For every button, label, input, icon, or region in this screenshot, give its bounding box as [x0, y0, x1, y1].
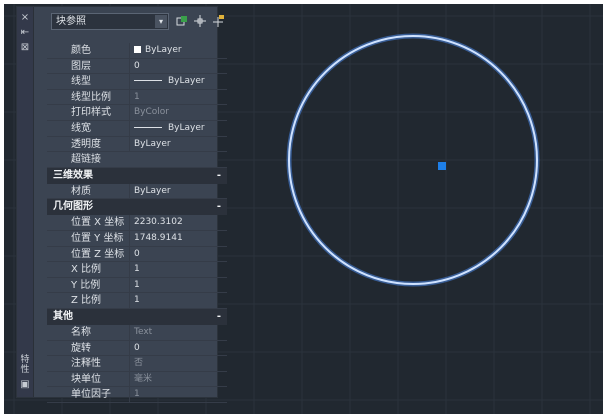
section-header[interactable]: 三维效果 -	[47, 167, 227, 184]
property-value[interactable]: 毫米	[129, 371, 223, 387]
collapse-icon[interactable]: -	[217, 309, 221, 325]
palette-title: 特性	[20, 355, 30, 375]
line-sample	[134, 126, 162, 128]
property-row[interactable]: 线型比例 1	[47, 89, 227, 106]
toggle-pickadd-icon[interactable]	[211, 15, 225, 29]
property-value-text: ByLayer	[134, 185, 171, 196]
property-label: 超链接	[71, 154, 101, 166]
property-value[interactable]: ByLayer	[129, 74, 223, 90]
property-row[interactable]: 名称 Text	[47, 324, 227, 341]
property-row[interactable]: 块单位 毫米	[47, 371, 227, 388]
line-sample	[134, 80, 162, 82]
properties-palette: × ⇤ ⊠ 特性 ▣ 块参照 ▾ 颜色 ByLayer 图层 0 线型 ByLayer 线型…	[16, 6, 227, 403]
property-row[interactable]: 旋转 0	[47, 340, 227, 357]
property-value[interactable]: 1	[129, 277, 223, 293]
property-value-text: 1	[134, 389, 140, 400]
property-row[interactable]: 位置 X 坐标 2230.3102	[47, 215, 227, 231]
property-row[interactable]: 位置 Y 坐标 1748.9141	[47, 230, 227, 247]
property-value[interactable]: 1	[129, 89, 223, 105]
property-value[interactable]: 1748.9141	[129, 230, 223, 246]
section-header[interactable]: 其他 -	[47, 308, 227, 325]
property-value[interactable]: 0	[129, 246, 223, 262]
property-value-text: 1	[134, 279, 140, 290]
object-type-select[interactable]: 块参照 ▾	[51, 13, 169, 30]
property-value[interactable]: 1	[129, 387, 223, 403]
center-grip[interactable]	[438, 162, 446, 170]
property-row[interactable]: 单位因子 1	[47, 387, 227, 403]
property-value-text: ByLayer	[168, 76, 205, 87]
property-row[interactable]: 注释性否	[47, 356, 227, 372]
property-value[interactable]: 2230.3102	[129, 215, 223, 231]
property-value[interactable]: ByLayer	[129, 120, 223, 136]
property-value[interactable]: ByColor	[129, 105, 223, 121]
property-value-text: 1748.9141	[134, 232, 183, 243]
section-title: 三维效果	[53, 169, 93, 181]
property-value-text: ByColor	[134, 107, 169, 118]
palette-toolbar: 块参照 ▾	[35, 7, 224, 30]
property-row[interactable]: 颜色 ByLayer	[47, 43, 227, 59]
property-value[interactable]: 0	[129, 58, 223, 74]
property-row[interactable]: 线型 ByLayer	[47, 74, 227, 90]
chevron-down-icon[interactable]: ▾	[155, 15, 167, 28]
property-value[interactable]: ByLayer	[129, 136, 223, 152]
section-title: 几何图形	[53, 201, 93, 213]
property-value-text: 毫米	[134, 373, 153, 384]
property-row[interactable]: Y 比例 1	[47, 277, 227, 294]
property-value[interactable]: 否	[129, 356, 223, 372]
object-type-label: 块参照	[56, 16, 86, 27]
color-swatch	[134, 46, 141, 53]
autohide-icon[interactable]: ⇤	[17, 27, 33, 39]
property-value[interactable]: Text	[129, 324, 223, 340]
property-value-text: 否	[134, 358, 144, 369]
palette-settings-icon[interactable]: ▣	[17, 379, 33, 391]
property-value-text: ByLayer	[134, 138, 171, 149]
property-value-text: 2230.3102	[134, 217, 183, 228]
collapse-icon[interactable]: -	[217, 199, 221, 215]
property-value[interactable]: ByLayer	[129, 183, 223, 199]
property-value-text: ByLayer	[168, 122, 205, 133]
quick-select-icon[interactable]	[175, 15, 189, 29]
property-row[interactable]: X 比例 1	[47, 262, 227, 278]
palette-title-strip: × ⇤ ⊠ 特性 ▣	[17, 7, 34, 397]
property-value[interactable]: 0	[129, 340, 223, 356]
property-value-text: ByLayer	[145, 45, 182, 55]
property-row[interactable]: 打印样式 ByColor	[47, 105, 227, 121]
properties-table: 颜色 ByLayer 图层 0 线型 ByLayer 线型比例 1 打印样式 ByColor 线宽 B…	[47, 43, 227, 403]
property-row[interactable]: 线宽 ByLayer	[47, 120, 227, 137]
property-value[interactable]: 1	[129, 293, 223, 309]
property-row[interactable]: 透明度 ByLayer	[47, 136, 227, 153]
selected-circle-glow	[286, 33, 540, 287]
property-value[interactable]: 1	[129, 262, 223, 278]
property-value-text: 1	[134, 264, 140, 275]
property-value-text: Text	[134, 326, 153, 337]
property-value-text: 0	[134, 342, 140, 353]
property-row[interactable]: 材质 ByLayer	[47, 183, 227, 200]
section-header[interactable]: 几何图形 -	[47, 199, 227, 216]
property-row[interactable]: Z 比例 1	[47, 293, 227, 309]
section-title: 其他	[53, 310, 73, 322]
property-value-text: 1	[134, 295, 140, 306]
palette-menu-icon[interactable]: ⊠	[17, 42, 33, 54]
property-value-text: 1	[134, 91, 140, 102]
property-row[interactable]: 图层 0	[47, 58, 227, 75]
property-value-text: 0	[134, 60, 140, 71]
property-row[interactable]: 位置 Z 坐标 0	[47, 246, 227, 263]
close-icon[interactable]: ×	[17, 12, 33, 24]
property-row[interactable]: 超链接	[47, 152, 227, 168]
collapse-icon[interactable]: -	[217, 168, 221, 184]
property-value[interactable]: ByLayer	[129, 43, 223, 58]
select-objects-icon[interactable]	[193, 15, 207, 29]
property-value-text: 0	[134, 248, 140, 259]
